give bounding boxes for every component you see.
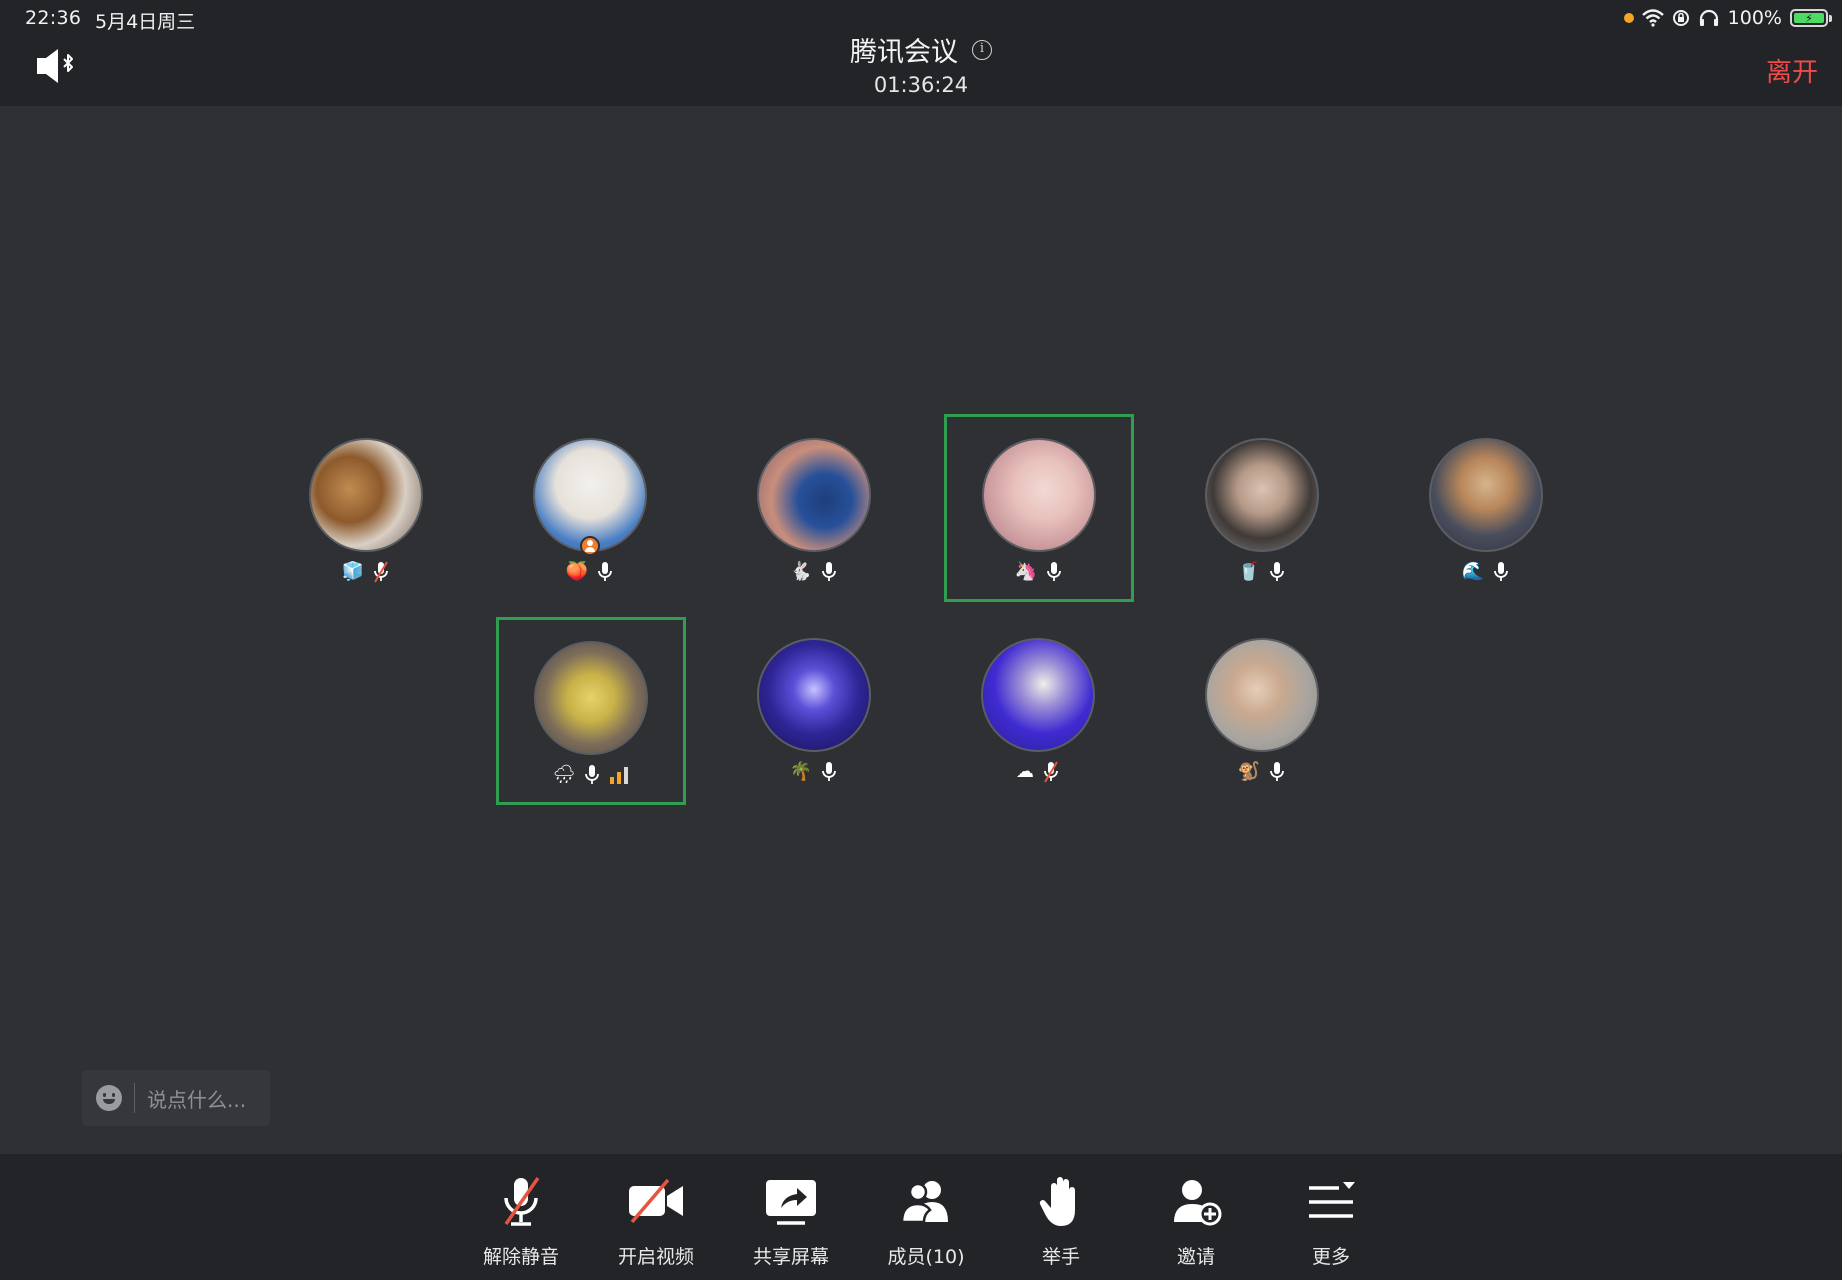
leave-button[interactable]: 离开	[1766, 52, 1818, 89]
status-time: 22:36	[25, 7, 82, 29]
mic-muted-icon	[374, 561, 389, 583]
participant-tile-host[interactable]: 🍑	[495, 414, 685, 602]
info-icon[interactable]: i	[972, 39, 992, 60]
avatar	[1205, 438, 1319, 552]
participant-emoji: 🍑	[565, 561, 589, 582]
raise-hand-button[interactable]: 举手	[1001, 1154, 1121, 1280]
battery-percent: 100%	[1727, 7, 1782, 29]
participant-emoji: 🌧	[552, 764, 576, 785]
mic-on-icon	[1047, 562, 1062, 581]
mic-in-use-dot-icon	[1623, 13, 1634, 23]
participant-emoji: 🧊	[341, 561, 365, 582]
mic-on-icon	[822, 762, 837, 781]
meeting-title: 腾讯会议	[850, 37, 958, 68]
start-video-button[interactable]: 开启视频	[596, 1154, 716, 1280]
headphones-icon	[1699, 9, 1718, 26]
chat-divider	[134, 1083, 135, 1113]
participant-status: 🐒	[1167, 760, 1357, 784]
top-bar: 22:36 5月4日周三 100% ⚡ 腾讯会议 i 01:36:24 离开	[0, 0, 1842, 106]
share-screen-button[interactable]: 共享屏幕	[731, 1154, 851, 1280]
avatar	[757, 438, 871, 552]
mic-on-icon	[598, 562, 613, 581]
participant-tile[interactable]: 🌊	[1391, 414, 1581, 602]
participant-emoji: 🐒	[1237, 761, 1261, 782]
participant-emoji: 🥤	[1237, 561, 1261, 582]
participant-tile[interactable]: 🐇	[719, 414, 909, 602]
participant-status: 🍑	[495, 560, 685, 584]
participant-tile-speaking[interactable]: 🌧	[496, 617, 686, 805]
avatar	[309, 438, 423, 552]
participant-status: 🥤	[1167, 560, 1357, 584]
participant-emoji: 🐇	[789, 561, 813, 582]
participant-status: 🦄	[947, 560, 1131, 584]
signal-strength-icon	[610, 767, 629, 784]
host-badge-icon	[580, 536, 600, 556]
start-video-label: 开启视频	[617, 1246, 694, 1268]
raise-hand-label: 举手	[1041, 1246, 1080, 1268]
chat-input[interactable]: 说点什么...	[82, 1070, 270, 1126]
avatar	[982, 438, 1096, 552]
title-area: 腾讯会议 i 01:36:24	[0, 30, 1842, 97]
participant-status: 🧊	[271, 560, 461, 584]
members-label: 成员(10)	[887, 1246, 965, 1268]
mic-on-icon	[1270, 762, 1285, 781]
invite-label: 邀请	[1176, 1246, 1215, 1268]
more-menu-icon	[1309, 1182, 1355, 1218]
bottom-toolbar: 解除静音 开启视频 共享屏幕 成员(10) 举手 邀请 更多	[0, 1154, 1842, 1280]
video-off-icon	[629, 1178, 683, 1224]
avatar	[534, 641, 648, 755]
participant-status: 🌴	[719, 760, 909, 784]
more-button[interactable]: 更多	[1271, 1154, 1391, 1280]
participant-emoji: 🦄	[1014, 561, 1038, 582]
participant-tile[interactable]: 🐒	[1167, 617, 1357, 805]
participant-emoji: 🌊	[1461, 561, 1485, 582]
share-screen-label: 共享屏幕	[752, 1246, 829, 1268]
participant-status: 🌊	[1391, 560, 1581, 584]
participant-tile[interactable]: ☁	[943, 617, 1133, 805]
battery-icon: ⚡	[1790, 9, 1832, 27]
members-button[interactable]: 成员(10)	[866, 1154, 986, 1280]
mic-muted-icon	[504, 1177, 540, 1226]
participant-emoji: 🌴	[789, 761, 813, 782]
mic-muted-icon	[1044, 761, 1058, 783]
participant-tile[interactable]: 🌴	[719, 617, 909, 805]
status-icons: 100% ⚡	[1623, 6, 1832, 30]
participant-status: 🐇	[719, 560, 909, 584]
more-label: 更多	[1311, 1246, 1350, 1268]
title-row: 腾讯会议 i	[850, 30, 992, 69]
meeting-window: 22:36 5月4日周三 100% ⚡ 腾讯会议 i 01:36:24 离开 🧊…	[0, 0, 1842, 1280]
rotation-lock-icon	[1672, 10, 1689, 26]
mic-on-icon	[822, 562, 837, 581]
avatar	[533, 438, 647, 552]
avatar	[981, 638, 1095, 752]
emoji-smile-icon[interactable]	[96, 1085, 122, 1111]
participant-status: ☁	[943, 760, 1133, 784]
mic-on-icon	[585, 765, 600, 784]
avatar	[1429, 438, 1543, 552]
hand-icon	[1039, 1177, 1075, 1226]
share-screen-icon	[766, 1180, 816, 1225]
participant-tile[interactable]: 🥤	[1167, 414, 1357, 602]
chat-placeholder: 说点什么...	[147, 1087, 247, 1112]
avatar	[1205, 638, 1319, 752]
add-user-icon	[1174, 1180, 1222, 1226]
participant-tile-speaking[interactable]: 🦄	[944, 414, 1134, 602]
participant-status: 🌧	[499, 763, 683, 787]
avatar	[757, 638, 871, 752]
battery-charging-icon: ⚡	[1794, 12, 1824, 25]
members-icon	[900, 1181, 948, 1224]
participant-emoji: ☁	[1016, 761, 1034, 782]
unmute-label: 解除静音	[482, 1246, 559, 1268]
invite-button[interactable]: 邀请	[1136, 1154, 1256, 1280]
wifi-icon	[1641, 9, 1664, 27]
participant-tile[interactable]: 🧊	[271, 414, 461, 602]
meeting-timer: 01:36:24	[873, 73, 969, 97]
mic-on-icon	[1494, 562, 1509, 581]
mic-on-icon	[1270, 562, 1285, 581]
unmute-button[interactable]: 解除静音	[461, 1154, 581, 1280]
